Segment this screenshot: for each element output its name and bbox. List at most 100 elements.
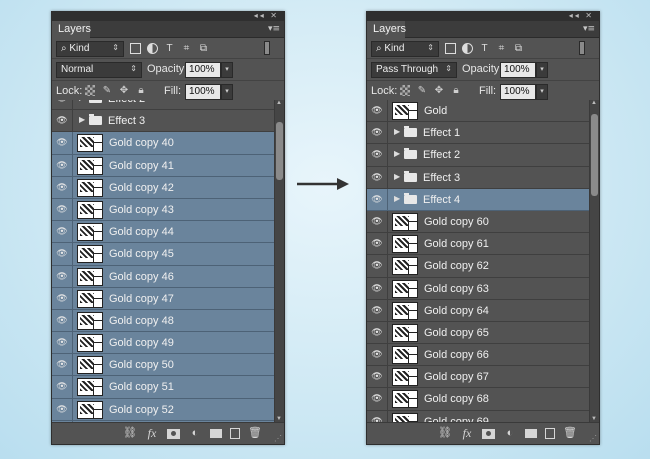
visibility-eye-icon[interactable]: 👁︎: [52, 132, 73, 154]
blend-mode-select[interactable]: Pass Through ⇕: [371, 62, 457, 78]
expand-arrow-icon[interactable]: ▶: [79, 100, 85, 102]
layer-group-row[interactable]: 👁︎ ▶ Effect 3: [367, 166, 589, 189]
visibility-eye-icon[interactable]: 👁︎: [52, 221, 73, 243]
visibility-eye-icon[interactable]: 👁︎: [52, 100, 73, 110]
lock-brush-icon[interactable]: ✎: [102, 85, 112, 96]
blend-mode-select[interactable]: Normal ⇕: [56, 62, 142, 78]
shape-filter-icon[interactable]: ⌗: [181, 43, 192, 54]
layer-row[interactable]: 👁︎ Gold copy 69: [367, 410, 589, 422]
layer-row[interactable]: 👁︎ Gold copy 43: [52, 198, 274, 222]
pixel-filter-icon[interactable]: [130, 43, 141, 54]
layer-style-icon[interactable]: fx: [460, 427, 474, 440]
smart-object-filter-icon[interactable]: ⧉: [513, 43, 524, 54]
visibility-eye-icon[interactable]: 👁︎: [367, 144, 388, 166]
layer-row[interactable]: 👁︎ Gold copy 48: [52, 309, 274, 333]
layer-row[interactable]: 👁︎ Gold copy 66: [367, 344, 589, 367]
visibility-eye-icon[interactable]: 👁︎: [367, 122, 388, 144]
layers-scrollbar[interactable]: ▲ ▼: [274, 100, 284, 422]
panel-menu-icon[interactable]: ▾≡: [583, 24, 595, 34]
resize-grip-icon[interactable]: ⋰: [589, 434, 597, 443]
visibility-eye-icon[interactable]: 👁︎: [367, 210, 388, 233]
layer-row[interactable]: 👁︎ Gold copy 60: [367, 210, 589, 234]
expand-arrow-icon[interactable]: ▶: [394, 127, 400, 136]
filter-toggle[interactable]: [579, 41, 585, 55]
visibility-eye-icon[interactable]: 👁︎: [367, 188, 388, 210]
visibility-eye-icon[interactable]: 👁︎: [367, 388, 388, 410]
visibility-eye-icon[interactable]: 👁︎: [52, 243, 73, 265]
visibility-eye-icon[interactable]: 👁︎: [367, 299, 388, 321]
add-mask-icon[interactable]: [482, 428, 495, 439]
visibility-eye-icon[interactable]: 👁︎: [52, 287, 73, 309]
layer-row[interactable]: 👁︎ Gold copy 64: [367, 299, 589, 322]
adjustment-filter-icon[interactable]: [462, 43, 473, 54]
adjustment-layer-icon[interactable]: ◐: [503, 427, 517, 440]
adjustment-layer-icon[interactable]: ◐: [188, 427, 202, 440]
trash-icon[interactable]: 🗑︎: [563, 427, 577, 440]
layer-row[interactable]: 👁︎ Gold: [367, 100, 589, 123]
layer-row[interactable]: 👁︎ Gold copy 62: [367, 255, 589, 278]
new-layer-icon[interactable]: [545, 428, 555, 439]
scroll-up-icon[interactable]: ▲: [591, 100, 597, 106]
expand-arrow-icon[interactable]: ▶: [394, 194, 400, 203]
expand-arrow-icon[interactable]: ▶: [394, 172, 400, 181]
lock-transparency-icon[interactable]: [85, 85, 95, 96]
panel-titlebar[interactable]: ◂◂ ✕: [52, 12, 284, 21]
expand-arrow-icon[interactable]: ▶: [79, 115, 85, 124]
visibility-eye-icon[interactable]: 👁︎: [367, 166, 388, 188]
fill-dropdown[interactable]: ▾: [536, 84, 548, 100]
layer-style-icon[interactable]: fx: [145, 427, 159, 440]
layer-group-row[interactable]: 👁︎ ▶ Effect 2: [367, 144, 589, 167]
scroll-thumb[interactable]: [276, 122, 283, 180]
layer-row[interactable]: 👁︎ Gold copy 41: [52, 154, 274, 177]
layer-row[interactable]: 👁︎ Gold copy 52: [52, 398, 274, 421]
visibility-eye-icon[interactable]: 👁︎: [52, 110, 73, 132]
layer-row[interactable]: 👁︎ Gold copy 65: [367, 321, 589, 345]
visibility-eye-icon[interactable]: 👁︎: [367, 344, 388, 366]
trash-icon[interactable]: 🗑︎: [248, 427, 262, 440]
layer-row[interactable]: 👁︎ Gold copy 42: [52, 176, 274, 199]
resize-grip-icon[interactable]: ⋰: [274, 434, 282, 443]
lock-transparency-icon[interactable]: [400, 85, 410, 96]
panel-menu-icon[interactable]: ▾≡: [268, 24, 280, 34]
opacity-field[interactable]: 100%: [185, 62, 221, 78]
opacity-field[interactable]: 100%: [500, 62, 536, 78]
fill-field[interactable]: 100%: [500, 84, 536, 100]
shape-filter-icon[interactable]: ⌗: [496, 43, 507, 54]
visibility-eye-icon[interactable]: 👁︎: [52, 198, 73, 221]
layer-group-row[interactable]: 👁︎ ▶ Effect 2: [52, 100, 274, 111]
adjustment-filter-icon[interactable]: [147, 43, 158, 54]
layer-row[interactable]: 👁︎ Gold copy 46: [52, 265, 274, 288]
new-layer-icon[interactable]: [230, 428, 240, 439]
layer-row[interactable]: 👁︎ Gold copy 61: [367, 233, 589, 256]
scroll-thumb[interactable]: [591, 114, 598, 196]
fill-dropdown[interactable]: ▾: [221, 84, 233, 100]
visibility-eye-icon[interactable]: 👁︎: [52, 309, 73, 332]
type-filter-icon[interactable]: T: [479, 43, 490, 54]
layer-group-row[interactable]: 👁︎ ▶ Effect 3: [52, 110, 274, 133]
new-group-icon[interactable]: [525, 429, 537, 438]
visibility-eye-icon[interactable]: 👁︎: [52, 332, 73, 354]
lock-all-icon[interactable]: 🔒︎: [136, 85, 146, 96]
filter-kind-select[interactable]: ⌕ Kind ⇕: [56, 41, 124, 57]
visibility-eye-icon[interactable]: 👁︎: [52, 176, 73, 198]
layer-row[interactable]: 👁︎ Gold copy 49: [52, 332, 274, 355]
visibility-eye-icon[interactable]: 👁︎: [367, 277, 388, 299]
opacity-dropdown[interactable]: ▾: [536, 62, 548, 78]
new-group-icon[interactable]: [210, 429, 222, 438]
tab-layers[interactable]: Layers: [367, 21, 406, 38]
lock-move-icon[interactable]: ✥: [119, 85, 129, 96]
visibility-eye-icon[interactable]: 👁︎: [367, 255, 388, 277]
collapse-close-icons[interactable]: ◂◂ ✕: [254, 12, 279, 20]
add-mask-icon[interactable]: [167, 428, 180, 439]
layer-row[interactable]: 👁︎ Gold copy 50: [52, 354, 274, 377]
expand-arrow-icon[interactable]: ▶: [394, 149, 400, 158]
lock-move-icon[interactable]: ✥: [434, 85, 444, 96]
visibility-eye-icon[interactable]: 👁︎: [367, 321, 388, 344]
visibility-eye-icon[interactable]: 👁︎: [52, 376, 73, 398]
layer-row[interactable]: 👁︎ Gold copy 45: [52, 243, 274, 266]
fill-field[interactable]: 100%: [185, 84, 221, 100]
collapse-close-icons[interactable]: ◂◂ ✕: [569, 12, 594, 20]
visibility-eye-icon[interactable]: 👁︎: [52, 354, 73, 376]
pixel-filter-icon[interactable]: [445, 43, 456, 54]
visibility-eye-icon[interactable]: 👁︎: [367, 410, 388, 422]
